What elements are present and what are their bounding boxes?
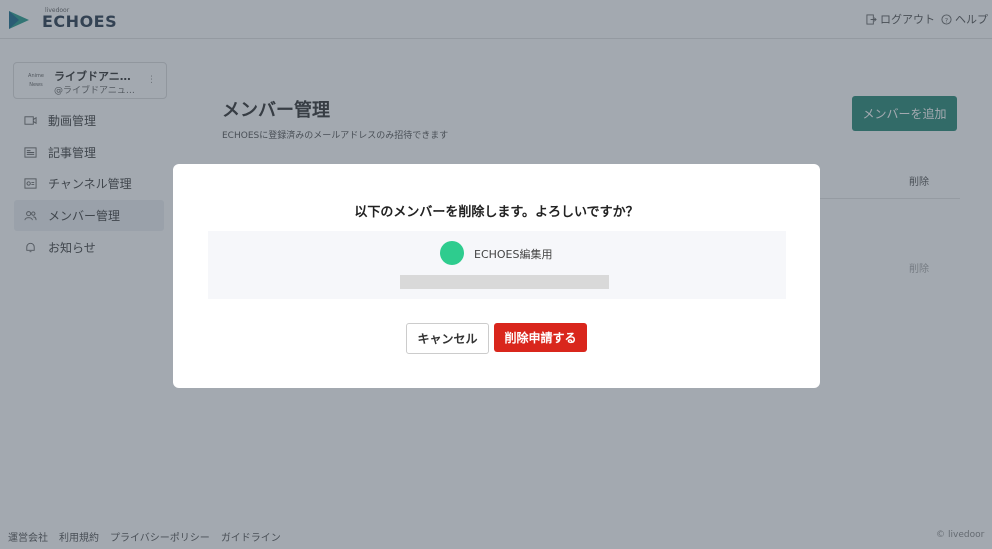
dialog-title: 以下のメンバーを削除します。よろしいですか？ bbox=[354, 205, 639, 220]
request-delete-button[interactable]: 削除申請する bbox=[494, 323, 587, 352]
member-name: ECHOES編集用 bbox=[474, 248, 553, 261]
member-email-redacted bbox=[400, 275, 609, 289]
page: livedoor ECHOES ログアウト ? ヘルプ Anime News ラ… bbox=[0, 0, 992, 549]
cancel-button[interactable]: キャンセル bbox=[406, 323, 489, 354]
member-avatar bbox=[440, 241, 464, 265]
member-card: ECHOES編集用 bbox=[208, 231, 786, 299]
delete-member-dialog: 以下のメンバーを削除します。よろしいですか？ ECHOES編集用 キャンセル 削… bbox=[173, 164, 820, 388]
